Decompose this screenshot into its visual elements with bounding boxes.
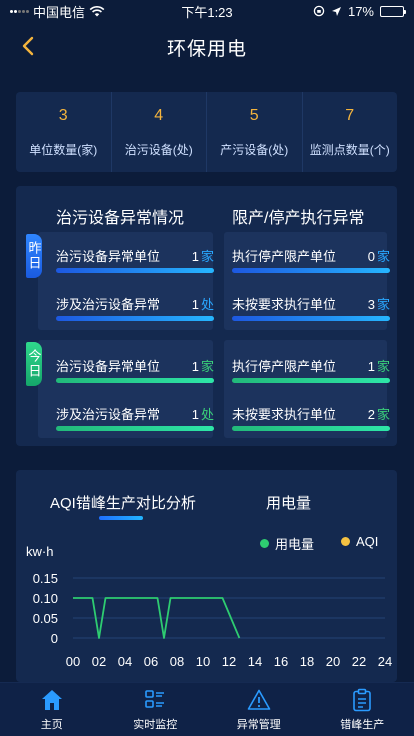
status-bar: 中国电信 下午1:23 17% xyxy=(0,0,414,22)
chart-card: AQI错峰生产对比分析 用电量 用电量 AQI kw·h 0.15 0.10 0.05… xyxy=(16,470,397,682)
carrier-label: 中国电信 xyxy=(33,4,86,20)
metric-bar xyxy=(232,426,390,431)
warning-icon xyxy=(247,689,271,710)
metric-bar xyxy=(232,378,390,383)
metric-name: 治污设备异常单位 xyxy=(56,249,161,264)
x-tick-label: 00 xyxy=(66,654,80,669)
stat-label: 监测点数量(个) xyxy=(309,142,390,157)
metric-today-treatment-units[interactable]: 治污设备异常单位 1家 xyxy=(56,346,214,392)
x-tick-label: 12 xyxy=(222,654,236,669)
stat-label: 治污设备(处) xyxy=(124,142,193,157)
x-tick-label: 08 xyxy=(170,654,184,669)
stat-pollution-equipment[interactable]: 5 产污设备(处) xyxy=(207,92,303,172)
metric-today-noncompliant-units[interactable]: 未按要求执行单位 2家 xyxy=(232,394,390,440)
wifi-icon xyxy=(89,5,105,17)
metric-value: 1处 xyxy=(191,407,214,422)
power-chart: kw·h0.150.100.05000 02 04 06 08 10 12 14 16 18 20 2… xyxy=(26,544,392,669)
stat-monitoring-points[interactable]: 7 监测点数量(个) xyxy=(303,92,398,172)
metric-bar xyxy=(56,426,214,431)
metric-name: 治污设备异常单位 xyxy=(56,359,161,374)
stat-value: 3 xyxy=(58,106,68,124)
metric-name: 涉及治污设备异常 xyxy=(56,407,161,422)
metric-name: 执行停产限产单位 xyxy=(232,359,337,374)
y-tick-label: 0.15 xyxy=(33,571,58,586)
tab-home[interactable]: 主页 xyxy=(0,683,104,736)
tab-label: 主页 xyxy=(40,718,63,731)
nav-bar: 环保用电 xyxy=(0,22,414,72)
y-tick-label: 0 xyxy=(51,631,58,646)
metric-bar xyxy=(232,316,390,321)
metric-name: 执行停产限产单位 xyxy=(232,249,337,264)
page-title: 环保用电 xyxy=(166,38,247,60)
clipboard-icon xyxy=(353,688,372,711)
x-tick-label: 20 xyxy=(326,654,340,669)
metric-value: 1家 xyxy=(367,359,390,374)
stat-label: 产污设备(处) xyxy=(220,142,289,157)
location-icon xyxy=(331,6,341,16)
lock-rotation-icon xyxy=(313,5,325,17)
metric-value: 1处 xyxy=(191,297,214,312)
status-left: 中国电信 xyxy=(10,2,105,21)
battery-icon xyxy=(380,5,406,17)
metric-today-limit-units[interactable]: 执行停产限产单位 1家 xyxy=(232,346,390,392)
yesterday-tag: 昨日 xyxy=(26,234,42,278)
x-tick-label: 18 xyxy=(300,654,314,669)
metric-name: 涉及治污设备异常 xyxy=(56,297,161,312)
battery-percent: 17% xyxy=(347,3,374,19)
tab-label: 实时监控 xyxy=(133,718,178,731)
home-icon xyxy=(41,689,62,710)
today-tag: 今日 xyxy=(26,342,42,386)
anomaly-card: 治污设备异常情况 限产/停产执行异常 昨日 治污设备异常单位 1家 涉及治污设备… xyxy=(16,186,397,446)
x-tick-label: 04 xyxy=(118,654,132,669)
tab-label: 错峰生产 xyxy=(340,718,385,731)
x-tick-label: 24 xyxy=(378,654,392,669)
stat-value: 7 xyxy=(345,106,355,124)
tab-realtime-monitor[interactable]: 实时监控 xyxy=(104,683,208,736)
stat-value: 5 xyxy=(249,106,259,124)
chevron-left-icon xyxy=(22,36,34,56)
tab-off-peak-production[interactable]: 错峰生产 xyxy=(311,683,414,736)
metric-bar xyxy=(56,378,214,383)
x-tick-label: 02 xyxy=(92,654,106,669)
bottom-tab-bar: 主页 实时监控 异常管理 错峰生产 xyxy=(0,682,414,736)
stat-value: 4 xyxy=(154,106,164,124)
metric-yesterday-limit-units[interactable]: 执行停产限产单位 0家 xyxy=(232,236,390,282)
x-tick-label: 22 xyxy=(352,654,366,669)
tab-anomaly-management[interactable]: 异常管理 xyxy=(207,683,311,736)
treatment-anomaly-title: 治污设备异常情况 xyxy=(56,210,185,227)
x-tick-label: 16 xyxy=(274,654,288,669)
metric-name: 未按要求执行单位 xyxy=(232,297,337,312)
metric-value: 0家 xyxy=(367,249,390,264)
tab-label: 异常管理 xyxy=(236,718,281,731)
metric-value: 1家 xyxy=(191,359,214,374)
metric-yesterday-treatment-units[interactable]: 治污设备异常单位 1家 xyxy=(56,236,214,282)
list-icon xyxy=(145,689,165,708)
metric-value: 3家 xyxy=(367,297,390,312)
metric-bar xyxy=(56,268,214,273)
signal-icon xyxy=(10,9,29,13)
metric-bar xyxy=(56,316,214,321)
x-tick-label: 06 xyxy=(144,654,158,669)
metric-yesterday-treatment-equipment[interactable]: 涉及治污设备异常 1处 xyxy=(56,284,214,330)
x-tick-label: 10 xyxy=(196,654,210,669)
metric-name: 未按要求执行单位 xyxy=(232,407,337,422)
y-tick-label: 0.05 xyxy=(33,611,58,626)
production-limit-anomaly-title: 限产/停产执行异常 xyxy=(232,210,365,227)
x-tick-label: 14 xyxy=(248,654,262,669)
stat-units[interactable]: 3 单位数量(家) xyxy=(16,92,112,172)
metric-today-treatment-equipment[interactable]: 涉及治污设备异常 1处 xyxy=(56,394,214,440)
metric-value: 1家 xyxy=(191,249,214,264)
stats-card: 3 单位数量(家) 4 治污设备(处) 5 产污设备(处) 7 监测点数量(个) xyxy=(16,92,397,172)
y-tick-label: 0.10 xyxy=(33,591,58,606)
y-axis-label: kw·h xyxy=(26,544,53,559)
back-button[interactable] xyxy=(16,34,40,58)
metric-value: 2家 xyxy=(367,407,390,422)
stat-treatment-equipment[interactable]: 4 治污设备(处) xyxy=(112,92,207,172)
metric-yesterday-noncompliant-units[interactable]: 未按要求执行单位 3家 xyxy=(232,284,390,330)
metric-bar xyxy=(232,268,390,273)
status-right: 17% xyxy=(313,3,406,19)
stat-label: 单位数量(家) xyxy=(29,142,98,157)
